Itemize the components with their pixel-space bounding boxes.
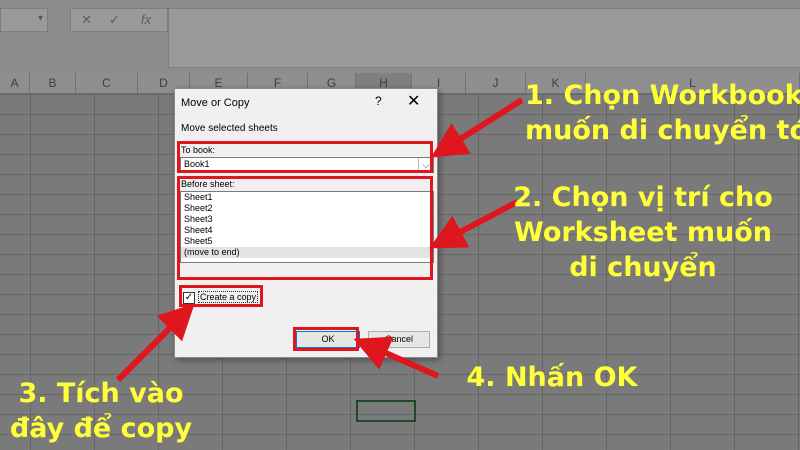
step-2-annotation: 2. Chọn vị trí cho Worksheet muốn di chu… bbox=[510, 180, 776, 285]
step-4-annotation: 4. Nhấn OK bbox=[466, 362, 638, 393]
step-2-line-2: Worksheet muốn bbox=[514, 217, 772, 248]
step-2-line-3: di chuyển bbox=[569, 252, 717, 283]
step-1-line-2: muốn di chuyển tới bbox=[525, 115, 800, 146]
step-1-annotation: 1. Chọn Workbook muốn di chuyển tới bbox=[525, 78, 800, 148]
arrow-1 bbox=[430, 97, 524, 158]
arrow-2 bbox=[429, 199, 519, 249]
arrow-4 bbox=[353, 336, 440, 379]
step-3-line-1: 3. Tích vào bbox=[18, 378, 184, 409]
arrow-3 bbox=[115, 303, 195, 383]
step-3-line-2: đây để copy bbox=[9, 413, 193, 444]
step-1-line-1: 1. Chọn Workbook bbox=[525, 80, 800, 111]
step-2-line-1: 2. Chọn vị trí cho bbox=[513, 182, 773, 213]
step-3-annotation: 3. Tích vào đây để copy bbox=[6, 376, 196, 446]
